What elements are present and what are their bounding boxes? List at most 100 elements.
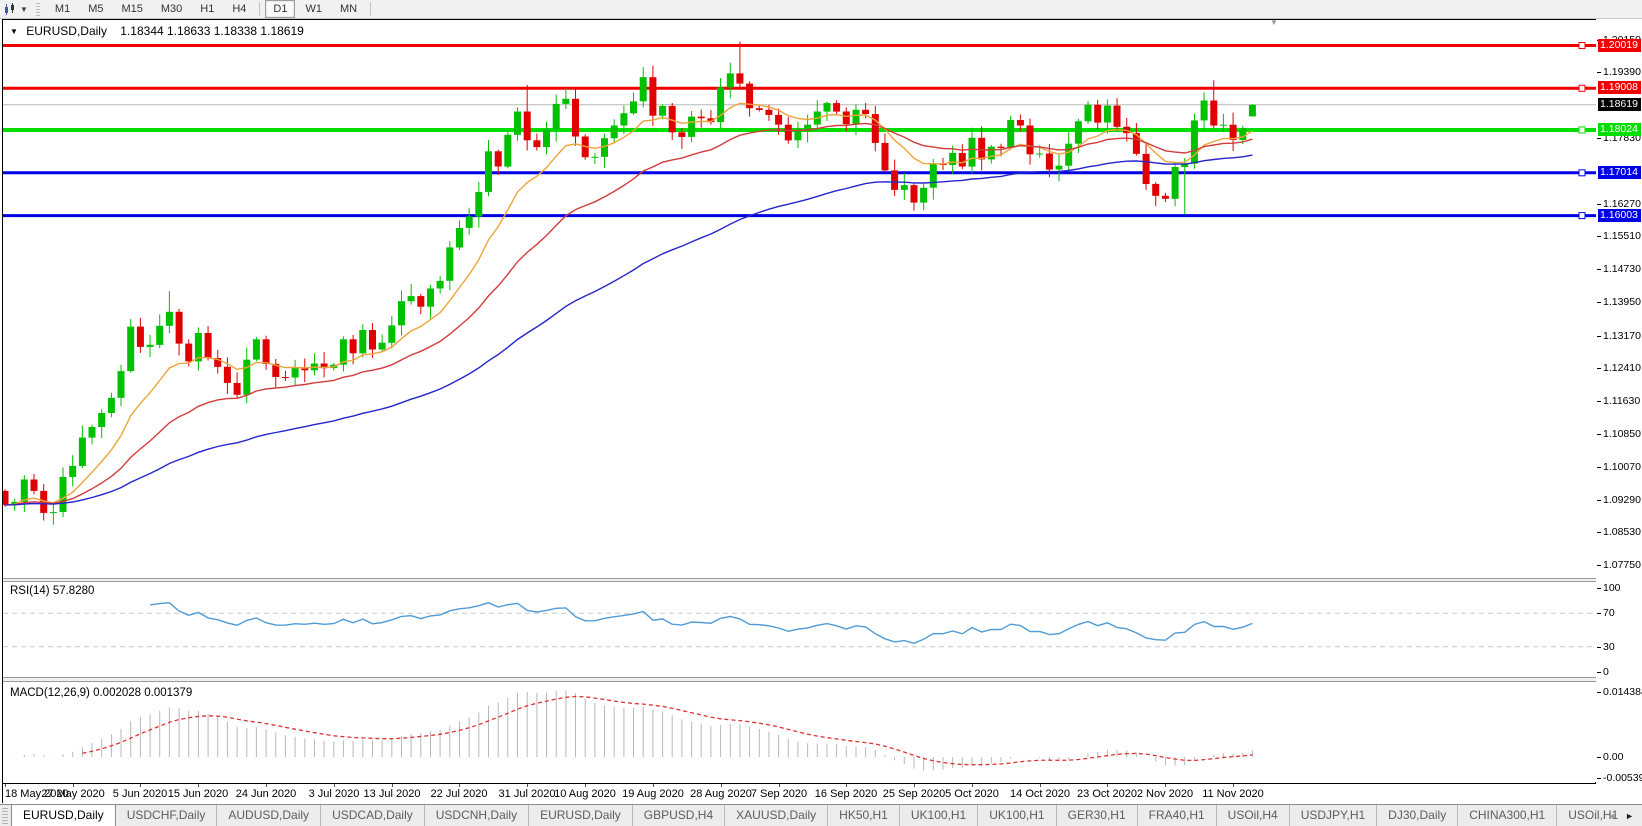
chart-tab-dj30-daily[interactable]: DJ30,Daily: [1377, 805, 1458, 826]
candles-group: [3, 42, 1256, 525]
time-tick-mark: [779, 784, 780, 787]
rsi-scale-label: 30: [1597, 641, 1642, 653]
chart-tab-usdjpy-h1[interactable]: USDJPY,H1: [1290, 805, 1377, 826]
chart-tab-xauusd-daily[interactable]: XAUUSD,Daily: [725, 805, 828, 826]
ma-slow-line: [5, 155, 1252, 505]
time-tick-mark: [1165, 784, 1166, 787]
timeframe-button-h1[interactable]: H1: [192, 0, 222, 18]
time-tick-mark: [459, 784, 460, 787]
macd-scale-label: -0.005396: [1597, 772, 1642, 784]
chart-tab-usoil-h4[interactable]: USOil,H4: [1217, 805, 1290, 826]
timeframe-buttons: M1M5M15M30H1H4 D1W1MN: [46, 0, 375, 18]
price-tick: 1.19390: [1597, 66, 1642, 78]
chart-tab-eurusd-daily[interactable]: EURUSD,Daily: [11, 804, 116, 826]
date-tick-label: 19 Aug 2020: [622, 788, 684, 800]
rsi-chart[interactable]: [3, 582, 1596, 677]
macd-label: MACD(12,26,9) 0.002028 0.001379: [10, 687, 192, 699]
timeframe-button-mn[interactable]: MN: [332, 0, 365, 18]
chart-title: ▼ EURUSD,Daily 1.18344 1.18633 1.18338 1…: [10, 24, 304, 38]
date-tick-label: 31 Jul 2020: [499, 788, 556, 800]
timeframe-button-w1[interactable]: W1: [297, 0, 330, 18]
date-tick-label: 23 Oct 2020: [1077, 788, 1137, 800]
toolbar-separator: [370, 2, 371, 16]
current-price-label: 1.18619: [1598, 98, 1641, 111]
chart-tab-fra40-h1[interactable]: FRA40,H1: [1138, 805, 1217, 826]
price-tick: 1.15510: [1597, 230, 1642, 242]
chart-tab-uk100-h1[interactable]: UK100,H1: [978, 805, 1056, 826]
hline-price-label[interactable]: 1.16003: [1598, 209, 1641, 222]
date-tick-label: 5 Oct 2020: [945, 788, 999, 800]
chart-tools-icon[interactable]: [3, 2, 17, 16]
chart-tab-eurusd-daily[interactable]: EURUSD,Daily: [529, 805, 633, 826]
tab-scroll-right-icon[interactable]: ►: [1625, 811, 1634, 821]
price-tick: 1.13950: [1597, 296, 1642, 308]
date-tick-label: 13 Jul 2020: [364, 788, 421, 800]
chart-tab-china300-h1[interactable]: CHINA300,H1: [1458, 805, 1557, 826]
tab-scroll-left-icon[interactable]: ◄: [1607, 811, 1616, 821]
chart-tab-usoil-h1[interactable]: USOil,H1: [1557, 805, 1629, 826]
date-tick-label: 11 Nov 2020: [1202, 788, 1264, 800]
time-tick-mark: [914, 784, 915, 787]
price-tick: 1.10850: [1597, 428, 1642, 440]
time-tick-mark: [585, 784, 586, 787]
date-tick-label: 14 Oct 2020: [1010, 788, 1070, 800]
toolbar-separator: [259, 2, 260, 16]
time-tick-mark: [1040, 784, 1041, 787]
date-tick-label: 15 Jun 2020: [168, 788, 229, 800]
hline-price-label[interactable]: 1.18024: [1598, 123, 1641, 136]
chart-tab-audusd-daily[interactable]: AUDUSD,Daily: [217, 805, 321, 826]
chart-tab-ger30-h1[interactable]: GER30,H1: [1057, 805, 1138, 826]
timeframe-button-m30[interactable]: M30: [153, 0, 190, 18]
timeframe-toolbar: ▼ M1M5M15M30H1H4 D1W1MN: [0, 0, 1642, 19]
timeframe-button-m15[interactable]: M15: [113, 0, 150, 18]
timeframe-button-h4[interactable]: H4: [224, 0, 254, 18]
symbol-dropdown-icon[interactable]: ▼: [10, 27, 18, 36]
collapse-arrow-icon[interactable]: ▼: [1270, 18, 1278, 27]
candlestick-chart[interactable]: [3, 20, 1596, 578]
macd-scale-label: 0.014384: [1597, 686, 1642, 698]
chart-tab-usdchf-daily[interactable]: USDCHF,Daily: [116, 805, 218, 826]
timeframe-button-m1[interactable]: M1: [47, 0, 78, 18]
time-tick-mark: [846, 784, 847, 787]
price-tick: 1.14730: [1597, 263, 1642, 275]
date-tick-label: 10 Aug 2020: [554, 788, 616, 800]
time-tick-mark: [266, 784, 267, 787]
time-tick-mark: [5, 784, 6, 787]
chart-tab-gbpusd-h4[interactable]: GBPUSD,H4: [633, 805, 725, 826]
macd-chart[interactable]: [3, 682, 1596, 782]
price-tick: 1.07750: [1597, 559, 1642, 571]
rsi-scale-label: 100: [1597, 582, 1642, 594]
macd-histogram: [5, 690, 1252, 771]
chart-tab-usdcnh-daily[interactable]: USDCNH,Daily: [425, 805, 529, 826]
date-tick-label: 24 Jun 2020: [236, 788, 297, 800]
time-tick-mark: [1233, 784, 1234, 787]
chart-tab-usdcad-daily[interactable]: USDCAD,Daily: [321, 805, 425, 826]
price-axis[interactable]: 1.201501.193901.178301.162701.155101.147…: [1597, 19, 1642, 803]
rsi-label: RSI(14) 57.8280: [10, 585, 94, 597]
toolbar-grip[interactable]: [36, 3, 40, 16]
price-tick: 1.11630: [1597, 395, 1642, 407]
rsi-scale-label: 70: [1597, 607, 1642, 619]
date-tick-label: 28 Aug 2020: [690, 788, 752, 800]
macd-signal-line: [82, 697, 1252, 765]
time-tick-mark: [140, 784, 141, 787]
timeframe-button-d1[interactable]: D1: [265, 0, 295, 18]
hline-price-label[interactable]: 1.20019: [1598, 39, 1641, 52]
time-tick-mark: [334, 784, 335, 787]
hline-price-label[interactable]: 1.19008: [1598, 81, 1641, 94]
price-tick: 1.10070: [1597, 461, 1642, 473]
chart-tab-uk100-h1[interactable]: UK100,H1: [900, 805, 978, 826]
timeframe-button-m5[interactable]: M5: [80, 0, 111, 18]
chart-title-ohlc: 1.18344 1.18633 1.18338 1.18619: [120, 24, 304, 38]
date-tick-label: 22 Jul 2020: [431, 788, 488, 800]
hline-price-label[interactable]: 1.17014: [1598, 166, 1641, 179]
date-tick-label: 16 Sep 2020: [815, 788, 877, 800]
time-tick-mark: [1107, 784, 1108, 787]
time-tick-mark: [721, 784, 722, 787]
tab-bar-grip[interactable]: [2, 808, 8, 826]
time-axis[interactable]: 18 May 202027 May 20205 Jun 202015 Jun 2…: [3, 783, 1596, 803]
chart-tab-hk50-h1[interactable]: HK50,H1: [828, 805, 900, 826]
chart-tabs: EURUSD,DailyUSDCHF,DailyAUDUSD,DailyUSDC…: [11, 804, 1629, 826]
time-tick-mark: [653, 784, 654, 787]
toolbar-dropdown-caret-icon[interactable]: ▼: [20, 5, 28, 14]
